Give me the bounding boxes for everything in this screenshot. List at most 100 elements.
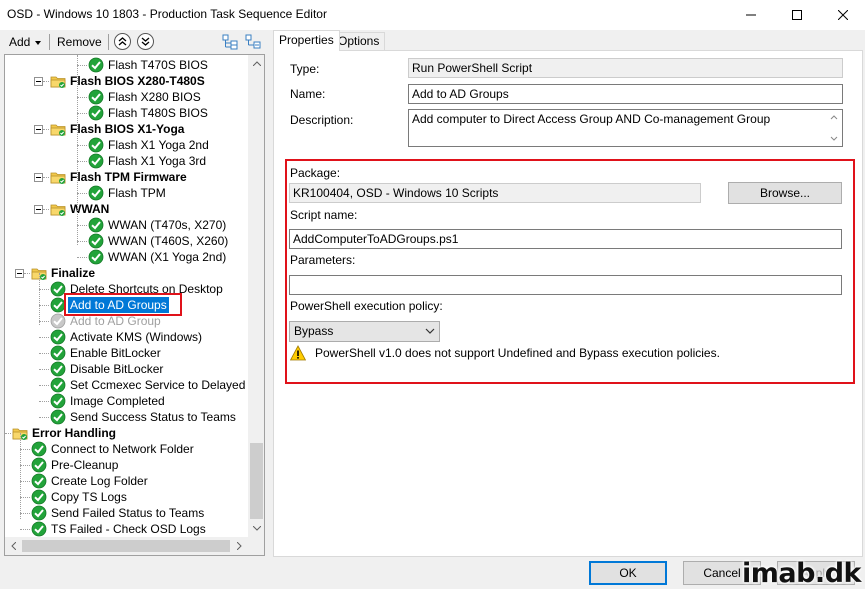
ok-button[interactable]: OK: [589, 561, 667, 585]
tree-item-label: Disable BitLocker: [70, 362, 164, 376]
check-circle-icon: [31, 521, 47, 537]
warning-text: PowerShell v1.0 does not support Undefin…: [315, 346, 720, 360]
watermark: imab.dk: [742, 558, 861, 589]
check-circle-icon: [31, 473, 47, 489]
tree-connector: [24, 273, 30, 274]
check-circle-icon: [50, 393, 66, 409]
tree-item-label: Send Success Status to Teams: [70, 410, 236, 424]
collapse-toggle[interactable]: [34, 173, 43, 182]
package-label: Package:: [290, 166, 341, 180]
tree-connector: [39, 417, 49, 418]
double-chevron-down-icon: [141, 37, 150, 46]
task-sequence-tree[interactable]: Flash T470S BIOS Flash BIOS X280-T480S Fla…: [4, 54, 265, 556]
highlight-outline: [64, 293, 182, 316]
tree-connector: [5, 433, 11, 434]
close-button[interactable]: [820, 0, 865, 30]
parameters-label: Parameters:: [290, 253, 356, 267]
description-label: Description:: [290, 113, 354, 127]
warning-icon: [290, 345, 306, 361]
collapse-toggle[interactable]: [34, 125, 43, 134]
collapse-toggle[interactable]: [15, 269, 24, 278]
description-textarea[interactable]: Add computer to Direct Access Group AND …: [408, 109, 843, 147]
description-scrollbar[interactable]: [826, 110, 842, 146]
tree-item-label: Flash TPM Firmware: [70, 170, 187, 184]
tree-connector: [77, 97, 87, 98]
scroll-right-button[interactable]: [231, 537, 248, 555]
check-circle-icon: [50, 345, 66, 361]
collapse-toggle[interactable]: [34, 77, 43, 86]
check-circle-icon: [31, 457, 47, 473]
parameters-input[interactable]: [289, 275, 842, 295]
toolbar-divider: [108, 34, 109, 50]
execution-policy-label: PowerShell execution policy:: [290, 299, 443, 313]
tree-item-label: Flash TPM: [108, 186, 166, 200]
execution-policy-value: Bypass: [294, 324, 334, 338]
minimize-icon: [746, 14, 756, 16]
expand-all-button[interactable]: [221, 33, 239, 51]
tree-connector: [43, 209, 49, 210]
maximize-button[interactable]: [774, 0, 820, 30]
check-circle-icon: [88, 57, 104, 73]
properties-panel: Type: Run PowerShell Script Name: Add to…: [273, 50, 863, 557]
tree-item-label: WWAN (T460S, X260): [108, 234, 229, 248]
scroll-down-button[interactable]: [248, 520, 264, 537]
tree-connector: [77, 145, 87, 146]
check-circle-icon: [50, 329, 66, 345]
remove-button[interactable]: Remove: [57, 33, 102, 51]
chevron-left-icon: [11, 542, 16, 550]
collapse-toggle[interactable]: [34, 205, 43, 214]
add-label: Add: [9, 35, 31, 49]
chevron-down-icon: [35, 40, 42, 45]
type-label: Type:: [290, 62, 320, 76]
tree-connector: [20, 465, 30, 466]
browse-button[interactable]: Browse...: [728, 182, 842, 204]
scroll-left-button[interactable]: [5, 537, 22, 555]
tree-item-label: Send Failed Status to Teams: [51, 506, 205, 520]
tab-properties[interactable]: Properties: [273, 30, 340, 51]
check-circle-icon: [88, 233, 104, 249]
tree-connector: [43, 81, 49, 82]
window-title: OSD - Windows 10 1803 - Production Task …: [7, 7, 327, 21]
scroll-thumb[interactable]: [22, 540, 230, 552]
script-name-input[interactable]: AddComputerToADGroups.ps1: [289, 229, 842, 249]
tree-item-label: Flash X1 Yoga 3rd: [108, 154, 207, 168]
tree-connector: [20, 433, 21, 519]
execution-policy-select[interactable]: Bypass: [289, 321, 440, 342]
tree-item-label: Image Completed: [70, 394, 165, 408]
check-circle-icon: [31, 441, 47, 457]
tree-connector: [20, 481, 30, 482]
folder-icon: [50, 169, 66, 185]
tree-vertical-scrollbar[interactable]: [248, 55, 264, 537]
check-circle-icon: [50, 361, 66, 377]
tree-item-label: Create Log Folder: [51, 474, 148, 488]
tree-connector: [39, 289, 49, 290]
folder-icon: [50, 201, 66, 217]
check-circle-icon: [88, 153, 104, 169]
tree-connector: [77, 193, 87, 194]
check-circle-icon: [50, 377, 66, 393]
tree-connector: [77, 55, 78, 245]
tree-connector: [77, 65, 87, 66]
tab-options[interactable]: Options: [332, 32, 386, 50]
scroll-up-button[interactable]: [248, 55, 264, 72]
toolbar-divider: [49, 34, 50, 50]
tree-horizontal-scrollbar[interactable]: [5, 537, 248, 555]
check-circle-icon: [31, 505, 47, 521]
folder-icon: [50, 121, 66, 137]
tree-connector: [39, 337, 49, 338]
collapse-all-button[interactable]: [244, 33, 262, 51]
name-input[interactable]: Add to AD Groups: [408, 84, 843, 104]
minimize-button[interactable]: [728, 0, 774, 30]
tree-connector: [20, 513, 30, 514]
check-circle-icon: [88, 249, 104, 265]
tree-item-label: Finalize: [51, 266, 96, 280]
add-menu-button[interactable]: Add: [9, 33, 42, 51]
name-label: Name:: [290, 87, 326, 101]
tree-connector: [77, 113, 87, 114]
move-up-button[interactable]: [114, 33, 131, 50]
scroll-thumb[interactable]: [250, 443, 263, 519]
tree-item-label: Activate KMS (Windows): [70, 330, 203, 344]
check-circle-icon: [50, 409, 66, 425]
tree-item-label: WWAN (T470s, X270): [108, 218, 227, 232]
move-down-button[interactable]: [137, 33, 154, 50]
